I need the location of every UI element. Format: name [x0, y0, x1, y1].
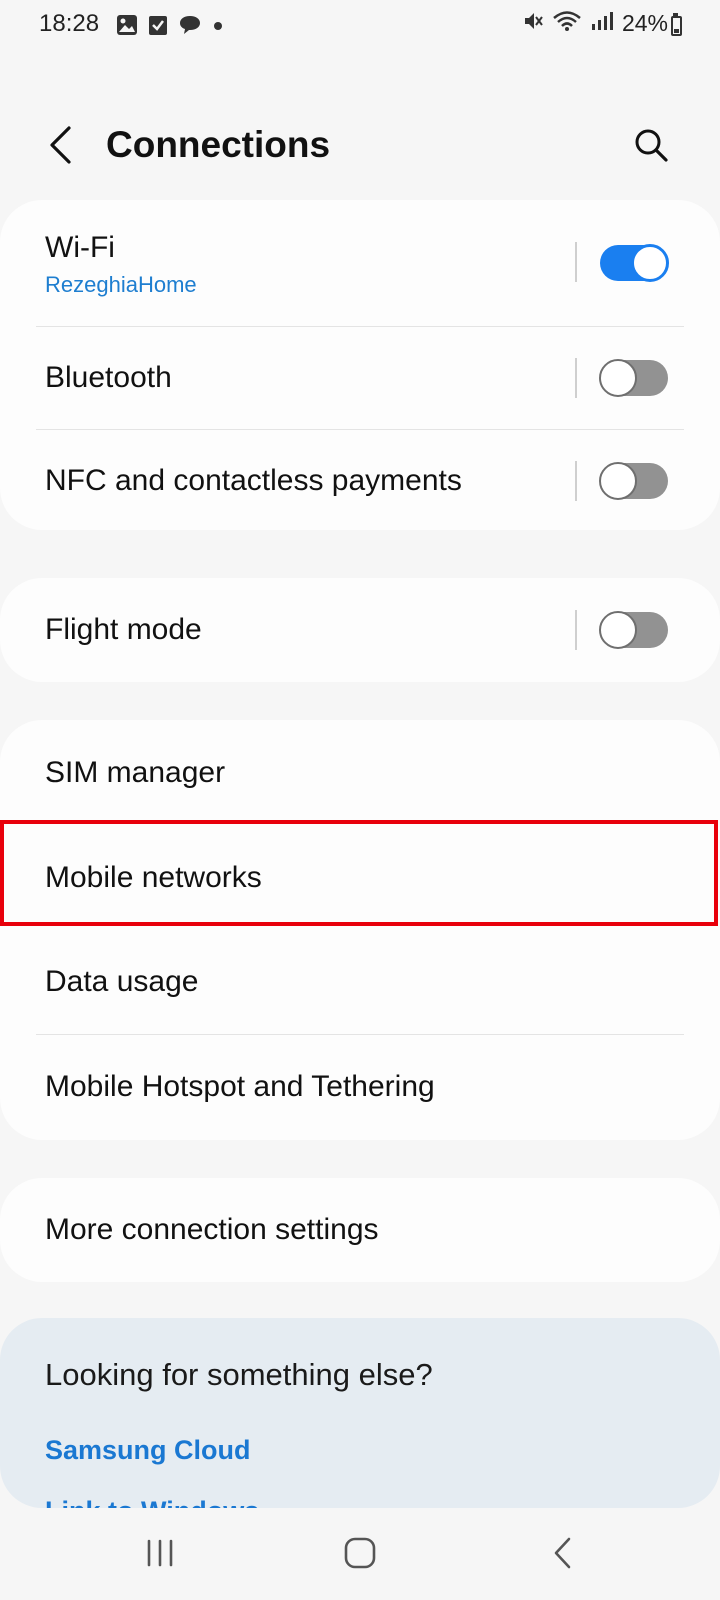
back-icon — [554, 1537, 571, 1569]
more-settings-row[interactable]: More connection settings — [0, 1178, 720, 1282]
wifi-label: Wi-Fi — [45, 231, 115, 264]
sim-manager-row[interactable]: SIM manager — [0, 720, 720, 824]
system-status-icons: 24% — [522, 10, 668, 37]
mute-icon — [522, 10, 544, 37]
app-header: Connections — [0, 100, 720, 190]
flight-mode-row[interactable]: Flight mode — [0, 578, 720, 682]
battery-icon — [671, 16, 682, 36]
chat-icon — [178, 14, 202, 41]
wifi-row[interactable]: Wi-Fi RezeghiaHome — [0, 200, 720, 326]
notification-icons — [116, 14, 224, 41]
status-bar: 18:28 24% — [0, 0, 720, 52]
flight-mode-label: Flight mode — [45, 613, 202, 646]
link-to-windows-link[interactable]: Link to Windows — [45, 1496, 259, 1508]
chevron-left-icon — [50, 126, 71, 164]
status-time: 18:28 — [39, 10, 100, 37]
home-icon — [344, 1537, 376, 1569]
toggle-knob — [631, 244, 669, 282]
toggle-knob — [599, 359, 637, 397]
hotspot-row[interactable]: Mobile Hotspot and Tethering — [0, 1035, 720, 1140]
wireless-card: Wi-Fi RezeghiaHome Bluetooth NFC and con… — [0, 200, 720, 530]
data-usage-row[interactable]: Data usage — [0, 930, 720, 1034]
wifi-toggle[interactable] — [600, 244, 669, 282]
wifi-icon — [552, 10, 582, 37]
separator — [575, 358, 577, 398]
separator — [575, 610, 577, 650]
wifi-network-name: RezeghiaHome — [45, 272, 197, 297]
toggle-knob — [599, 611, 637, 649]
back-button[interactable] — [40, 122, 80, 168]
page-title: Connections — [106, 124, 331, 165]
navigation-bar — [0, 1508, 720, 1600]
bluetooth-label: Bluetooth — [45, 361, 172, 394]
more-settings-card: More connection settings — [0, 1178, 720, 1282]
checkbox-icon — [148, 14, 168, 41]
recent-apps-icon — [147, 1539, 173, 1567]
hotspot-label: Mobile Hotspot and Tethering — [45, 1070, 435, 1103]
flight-mode-card: Flight mode — [0, 578, 720, 682]
network-card: SIM manager Mobile networks Data usage M… — [0, 720, 720, 1140]
nfc-label: NFC and contactless payments — [45, 464, 462, 497]
bluetooth-toggle[interactable] — [599, 359, 668, 397]
flight-mode-toggle[interactable] — [599, 611, 668, 649]
dot-icon — [212, 14, 224, 41]
mobile-networks-row[interactable]: Mobile networks — [0, 824, 720, 928]
home-button[interactable] — [330, 1528, 390, 1578]
suggestions-card: Looking for something else? Samsung Clou… — [0, 1318, 720, 1508]
recent-apps-button[interactable] — [130, 1528, 190, 1578]
gallery-icon — [116, 14, 138, 41]
battery-level — [674, 29, 679, 33]
battery-percentage: 24% — [621, 10, 668, 36]
separator — [575, 242, 577, 282]
more-settings-label: More connection settings — [45, 1213, 379, 1246]
nfc-toggle[interactable] — [599, 462, 668, 500]
signal-icon — [590, 10, 614, 37]
search-button[interactable] — [628, 122, 674, 168]
bluetooth-row[interactable]: Bluetooth — [0, 327, 720, 429]
separator — [575, 461, 577, 501]
mobile-networks-label: Mobile networks — [45, 861, 262, 894]
data-usage-label: Data usage — [45, 965, 199, 998]
back-nav-button[interactable] — [532, 1528, 592, 1578]
samsung-cloud-link[interactable]: Samsung Cloud — [45, 1435, 251, 1466]
search-icon — [635, 129, 668, 162]
nfc-row[interactable]: NFC and contactless payments — [0, 430, 720, 530]
toggle-knob — [599, 462, 637, 500]
sim-manager-label: SIM manager — [45, 756, 226, 789]
suggestions-title: Looking for something else? — [45, 1357, 433, 1392]
